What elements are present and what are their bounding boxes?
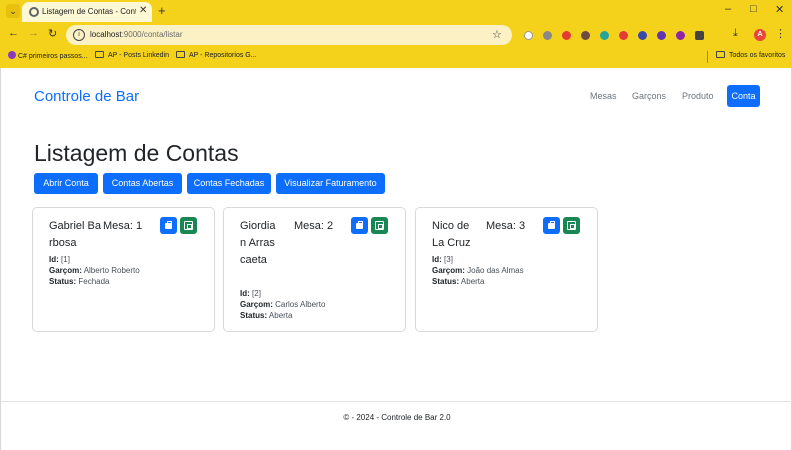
tab-close-icon[interactable]: ✕ (139, 5, 147, 16)
bookmark-folder[interactable]: AP - Posts Linkedin (95, 51, 169, 59)
back-arrow-icon[interactable]: ← (8, 27, 19, 39)
conta-garcom: Garçom: Carlos Alberto (240, 300, 326, 309)
bag-icon (165, 221, 172, 229)
address-bar[interactable]: i localhost:9000/conta/listar ☆ (66, 25, 512, 45)
bookmarks-divider (707, 51, 708, 63)
visualizar-faturamento-button[interactable]: Visualizar Faturamento (276, 173, 385, 194)
conta-details: Id: [2] Garçom: Carlos Alberto Status: A… (240, 288, 325, 321)
conta-details: Id: [3] Garçom: João das Almas Status: A… (432, 254, 524, 287)
conta-status: Status: Fechada (49, 277, 110, 286)
bag-icon (548, 221, 555, 229)
extension-icon[interactable] (562, 31, 571, 40)
profile-avatar[interactable]: A (754, 29, 766, 41)
gerenciar-pedidos-button[interactable] (180, 217, 197, 234)
extension-icon[interactable] (676, 31, 685, 40)
extension-icon[interactable] (581, 31, 590, 40)
reload-icon[interactable]: ↻ (48, 27, 57, 40)
page-title: Listagem de Contas (34, 140, 239, 166)
tab-search-chevron-icon[interactable]: ⌄ (6, 4, 20, 18)
browser-toolbar: ← → ↻ i localhost:9000/conta/listar ☆ ⤓ … (0, 24, 792, 46)
contas-abertas-button[interactable]: Contas Abertas (103, 173, 182, 194)
pedidos-icon (567, 221, 576, 230)
extension-icon[interactable] (524, 31, 533, 40)
nav-link-garcons[interactable]: Garçons (632, 91, 666, 101)
pedidos-icon (184, 221, 193, 230)
minimize-button[interactable]: – (725, 3, 731, 15)
bookmark-star-icon[interactable]: ☆ (492, 28, 502, 41)
extension-icon[interactable] (638, 31, 647, 40)
pedidos-icon (375, 221, 384, 230)
extension-icon[interactable] (619, 31, 628, 40)
forward-arrow-icon[interactable]: → (28, 27, 39, 39)
extension-icon[interactable] (600, 31, 609, 40)
bookmarks-bar: C# primeiros passos... AP - Posts Linked… (0, 48, 792, 66)
conta-card: Giordian Arrascaeta Mesa: 2 Id: [2] Garç… (223, 207, 406, 332)
cliente-nome: Giordian Arrascaeta (240, 220, 276, 266)
folder-icon (95, 51, 104, 58)
conta-status: Status: Aberta (240, 311, 293, 320)
conta-garcom: Garçom: Alberto Roberto (49, 266, 140, 275)
navbar-brand[interactable]: Controle de Bar (34, 88, 139, 105)
url-text: localhost:9000/conta/listar (90, 30, 183, 39)
bookmark-item[interactable]: C# primeiros passos... (8, 51, 88, 60)
extension-icon[interactable] (657, 31, 666, 40)
extensions-puzzle-icon[interactable] (695, 31, 704, 40)
browser-tab-active[interactable]: Listagem de Contas - Controle de Bar ✕ (22, 2, 152, 22)
nav-link-mesas[interactable]: Mesas (590, 91, 617, 101)
mesa-label: Mesa: 3 (486, 220, 526, 232)
conta-status: Status: Aberta (432, 277, 485, 286)
mesa-label: Mesa: 2 (294, 220, 334, 232)
footer-divider (1, 401, 792, 402)
gerenciar-pedidos-button[interactable] (371, 217, 388, 234)
site-info-icon[interactable]: i (73, 29, 85, 41)
fechar-conta-button[interactable] (351, 217, 368, 234)
browser-chrome: ⌄ Listagem de Contas - Controle de Bar ✕… (0, 0, 792, 68)
bookmark-folder[interactable]: AP - Repositorios G... (176, 51, 257, 59)
conta-details: Id: [1] Garçom: Alberto Roberto Status: … (49, 254, 140, 287)
folder-icon (716, 51, 725, 58)
conta-id: Id: [3] (432, 255, 453, 264)
conta-card: Gabriel Barbosa Mesa: 1 Id: [1] Garçom: … (32, 207, 215, 332)
close-window-button[interactable]: ✕ (775, 3, 784, 16)
new-tab-button[interactable]: + (158, 3, 166, 18)
cliente-nome: Gabriel Barbosa (49, 220, 101, 249)
folder-icon (176, 51, 185, 58)
maximize-button[interactable]: □ (750, 3, 757, 15)
tab-strip: ⌄ Listagem de Contas - Controle de Bar ✕… (0, 0, 792, 22)
contas-fechadas-button[interactable]: Contas Fechadas (187, 173, 271, 194)
tab-title: Listagem de Contas - Controle de Bar (42, 7, 136, 16)
page-viewport: Controle de Bar Mesas Garçons Produto Co… (0, 68, 792, 450)
gerenciar-pedidos-button[interactable] (563, 217, 580, 234)
download-icon[interactable]: ⤓ (733, 27, 738, 40)
conta-id: Id: [2] (240, 289, 261, 298)
conta-garcom: Garçom: João das Almas (432, 266, 524, 275)
footer-text: © - 2024 - Controle de Bar 2.0 (343, 413, 451, 422)
conta-id: Id: [1] (49, 255, 70, 264)
csharp-icon (8, 51, 16, 59)
fechar-conta-button[interactable] (160, 217, 177, 234)
fechar-conta-button[interactable] (543, 217, 560, 234)
all-bookmarks[interactable]: Todos os favoritos (716, 51, 785, 59)
cliente-nome: Nico de La Cruz (432, 220, 471, 249)
abrir-conta-button[interactable]: Abrir Conta (34, 173, 98, 194)
globe-icon (29, 7, 39, 17)
conta-card: Nico de La Cruz Mesa: 3 Id: [3] Garçom: … (415, 207, 598, 332)
bag-icon (356, 221, 363, 229)
browser-menu-icon[interactable]: ⋮ (775, 27, 786, 40)
nav-link-produto[interactable]: Produto (682, 91, 714, 101)
nav-link-conta[interactable]: Conta (727, 85, 760, 107)
mesa-label: Mesa: 1 (103, 220, 143, 232)
extension-icon[interactable] (543, 31, 552, 40)
